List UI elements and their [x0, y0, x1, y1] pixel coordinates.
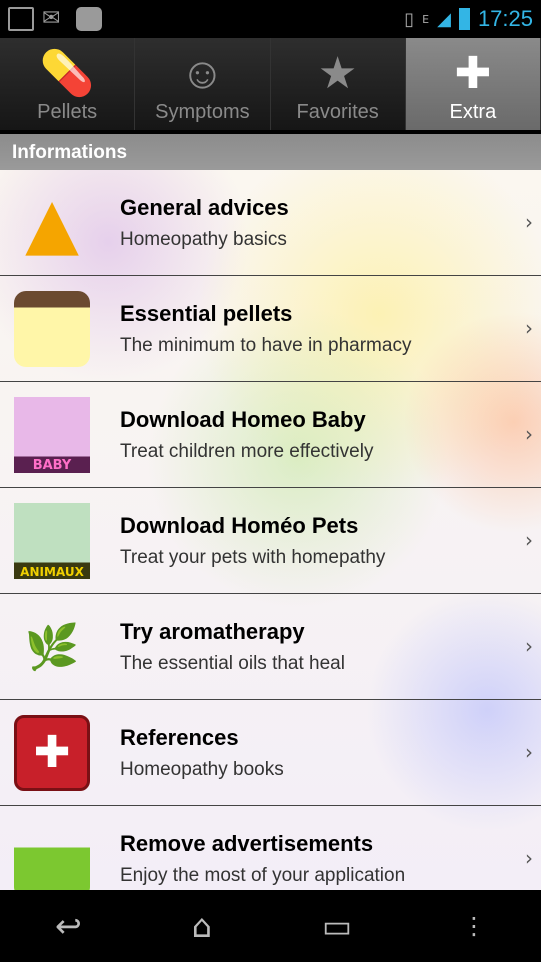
badge: BABY	[32, 457, 72, 473]
item-subtitle: Homeopathy basics	[120, 228, 287, 250]
tab-favorites[interactable]: ★ Favorites	[270, 38, 406, 130]
image-icon	[8, 7, 34, 31]
extra-list[interactable]: ▲ General advices Homeopathy basics › Ess…	[0, 170, 541, 890]
tab-symptoms[interactable]: ☺ Symptoms	[135, 38, 271, 130]
chevron-right-icon: ›	[525, 634, 533, 658]
tab-label: Favorites	[296, 101, 379, 123]
signal-icon: ◢	[437, 8, 451, 30]
item-title: General advices	[120, 194, 289, 220]
tab-bar: 💊 Pellets ☺ Symptoms ★ Favorites ✚ Extra	[0, 38, 541, 130]
warning-icon: ▲	[25, 181, 79, 264]
chevron-right-icon: ›	[525, 528, 533, 552]
item-subtitle: Treat children more effectively	[120, 440, 374, 462]
item-title: Remove advertisements	[120, 830, 374, 856]
basket-icon	[14, 820, 90, 890]
item-subtitle: Treat your pets with homepathy	[120, 546, 386, 568]
notepad-icon	[14, 290, 90, 367]
list-item-references[interactable]: ✚ References Homeopathy books ›	[0, 700, 541, 806]
tab-label: Extra	[449, 101, 497, 123]
item-title: Download Homeo Baby	[120, 406, 366, 432]
item-title: Essential pellets	[120, 300, 293, 326]
battery-icon	[458, 8, 470, 30]
aromatherapy-icon: 🌿	[24, 621, 80, 673]
tab-label: Pellets	[37, 101, 98, 123]
tab-label: Symptoms	[155, 101, 250, 123]
tab-extra[interactable]: ✚ Extra	[405, 38, 541, 130]
item-title: Try aromatherapy	[120, 618, 305, 644]
item-subtitle: The minimum to have in pharmacy	[120, 334, 412, 356]
list-item-remove-ads[interactable]: Remove advertisements Enjoy the most of y…	[0, 806, 541, 890]
vibrate-icon: ▯	[404, 8, 415, 30]
list-item-homeo-pets[interactable]: ANIMAUX Download Homéo Pets Treat your pe…	[0, 488, 541, 594]
navigation-bar: ↩ ⌂ ▭ ⋮	[0, 890, 541, 962]
item-subtitle: Enjoy the most of your application	[120, 864, 406, 886]
star-icon: ★	[317, 49, 358, 98]
list-item-essential-pellets[interactable]: Essential pellets The minimum to have in …	[0, 276, 541, 382]
chevron-right-icon: ›	[525, 422, 533, 446]
network-type: E	[422, 12, 430, 26]
clock: 17:25	[477, 6, 533, 31]
pellets-icon: 💊	[39, 49, 95, 98]
homeo-pets-icon: ANIMAUX	[14, 502, 90, 579]
list-item-homeo-baby[interactable]: BABY Download Homeo Baby Treat children m…	[0, 382, 541, 488]
tab-pellets[interactable]: 💊 Pellets	[0, 38, 136, 130]
status-bar: ✉ ▯ E ◢ 17:25	[0, 0, 541, 38]
item-title: References	[120, 724, 239, 750]
upload-icon	[76, 7, 102, 31]
chevron-right-icon: ›	[525, 740, 533, 764]
recent-apps-icon[interactable]: ▭	[322, 907, 352, 945]
back-icon[interactable]: ↩	[55, 907, 82, 945]
menu-icon[interactable]: ⋮	[462, 912, 486, 940]
list-item-aromatherapy[interactable]: 🌿 Try aromatherapy The essential oils tha…	[0, 594, 541, 700]
item-subtitle: Homeopathy books	[120, 758, 284, 780]
book-icon: ✚	[14, 714, 90, 791]
home-icon[interactable]: ⌂	[192, 907, 212, 945]
gmail-icon: ✉	[42, 6, 61, 31]
badge: ANIMAUX	[20, 564, 84, 579]
chevron-right-icon: ›	[525, 210, 533, 234]
chevron-right-icon: ›	[525, 846, 533, 870]
list-item-general-advices[interactable]: ▲ General advices Homeopathy basics ›	[0, 170, 541, 276]
medkit-icon: ✚	[454, 49, 492, 98]
item-title: Download Homéo Pets	[120, 512, 359, 538]
section-header: Informations	[0, 134, 541, 170]
nurse-icon: ☺	[179, 49, 225, 98]
item-subtitle: The essential oils that heal	[120, 652, 345, 674]
chevron-right-icon: ›	[525, 316, 533, 340]
homeo-baby-icon: BABY	[14, 396, 90, 473]
